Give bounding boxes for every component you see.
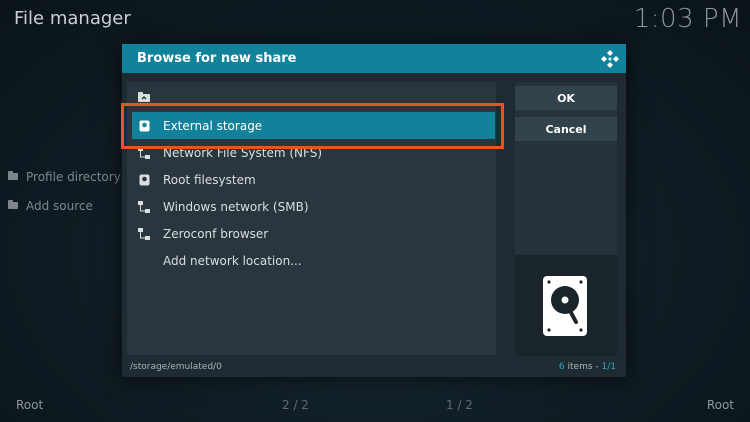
clock: 1:03 PM: [633, 4, 742, 34]
hard-drive-icon: [543, 276, 587, 336]
sidebar-item-add-source[interactable]: Add source: [8, 191, 121, 220]
list-item-zeroconf[interactable]: Zeroconf browser: [132, 220, 495, 247]
network-icon: [138, 227, 150, 240]
list-item-label: Root filesystem: [163, 172, 256, 187]
network-icon: [138, 200, 150, 213]
footer-right-label: Root: [706, 398, 734, 412]
sidebar-item-label: Profile directory: [26, 169, 121, 184]
list-item-root-filesystem[interactable]: Root filesystem: [132, 166, 495, 193]
list-item-label: Windows network (SMB): [163, 199, 309, 214]
footer: Root 2 / 2 1 / 2 Root: [0, 396, 750, 418]
sidebar-item-label: Add source: [26, 198, 93, 213]
folder-icon: [8, 200, 18, 209]
list-item-label: Zeroconf browser: [163, 226, 269, 241]
dialog-title: Browse for new share: [137, 51, 297, 66]
blank-icon: [138, 255, 150, 267]
annotation-highlight-box: [121, 103, 504, 149]
folder-up-icon: [138, 91, 150, 103]
sidebar: Profile directory Add source: [8, 162, 121, 220]
preview-thumbnail: [515, 255, 617, 356]
folder-icon: [8, 171, 18, 180]
list-item-smb[interactable]: Windows network (SMB): [132, 193, 495, 220]
drive-icon: [138, 174, 150, 186]
footer-page-right: 1 / 2: [446, 398, 473, 412]
footer-left-label: Root: [16, 398, 44, 412]
list-item-label: Add network location...: [163, 253, 302, 268]
dialog-header: Browse for new share: [122, 44, 626, 73]
ok-button[interactable]: OK: [515, 86, 617, 110]
item-count: 6 items - 1/1: [559, 362, 616, 372]
sidebar-item-profile-directory[interactable]: Profile directory: [8, 162, 121, 191]
current-path: /storage/emulated/0: [130, 362, 222, 372]
app-title: File manager: [14, 8, 131, 29]
footer-page-left: 2 / 2: [282, 398, 309, 412]
list-item-add-network-location[interactable]: Add network location...: [132, 247, 495, 274]
item-count-text: items -: [564, 362, 602, 372]
kodi-logo-icon: [601, 50, 619, 68]
browse-dialog: Browse for new share External storage Ne…: [122, 44, 626, 377]
cancel-button[interactable]: Cancel: [515, 117, 617, 141]
item-count-page: 1/1: [601, 362, 616, 372]
